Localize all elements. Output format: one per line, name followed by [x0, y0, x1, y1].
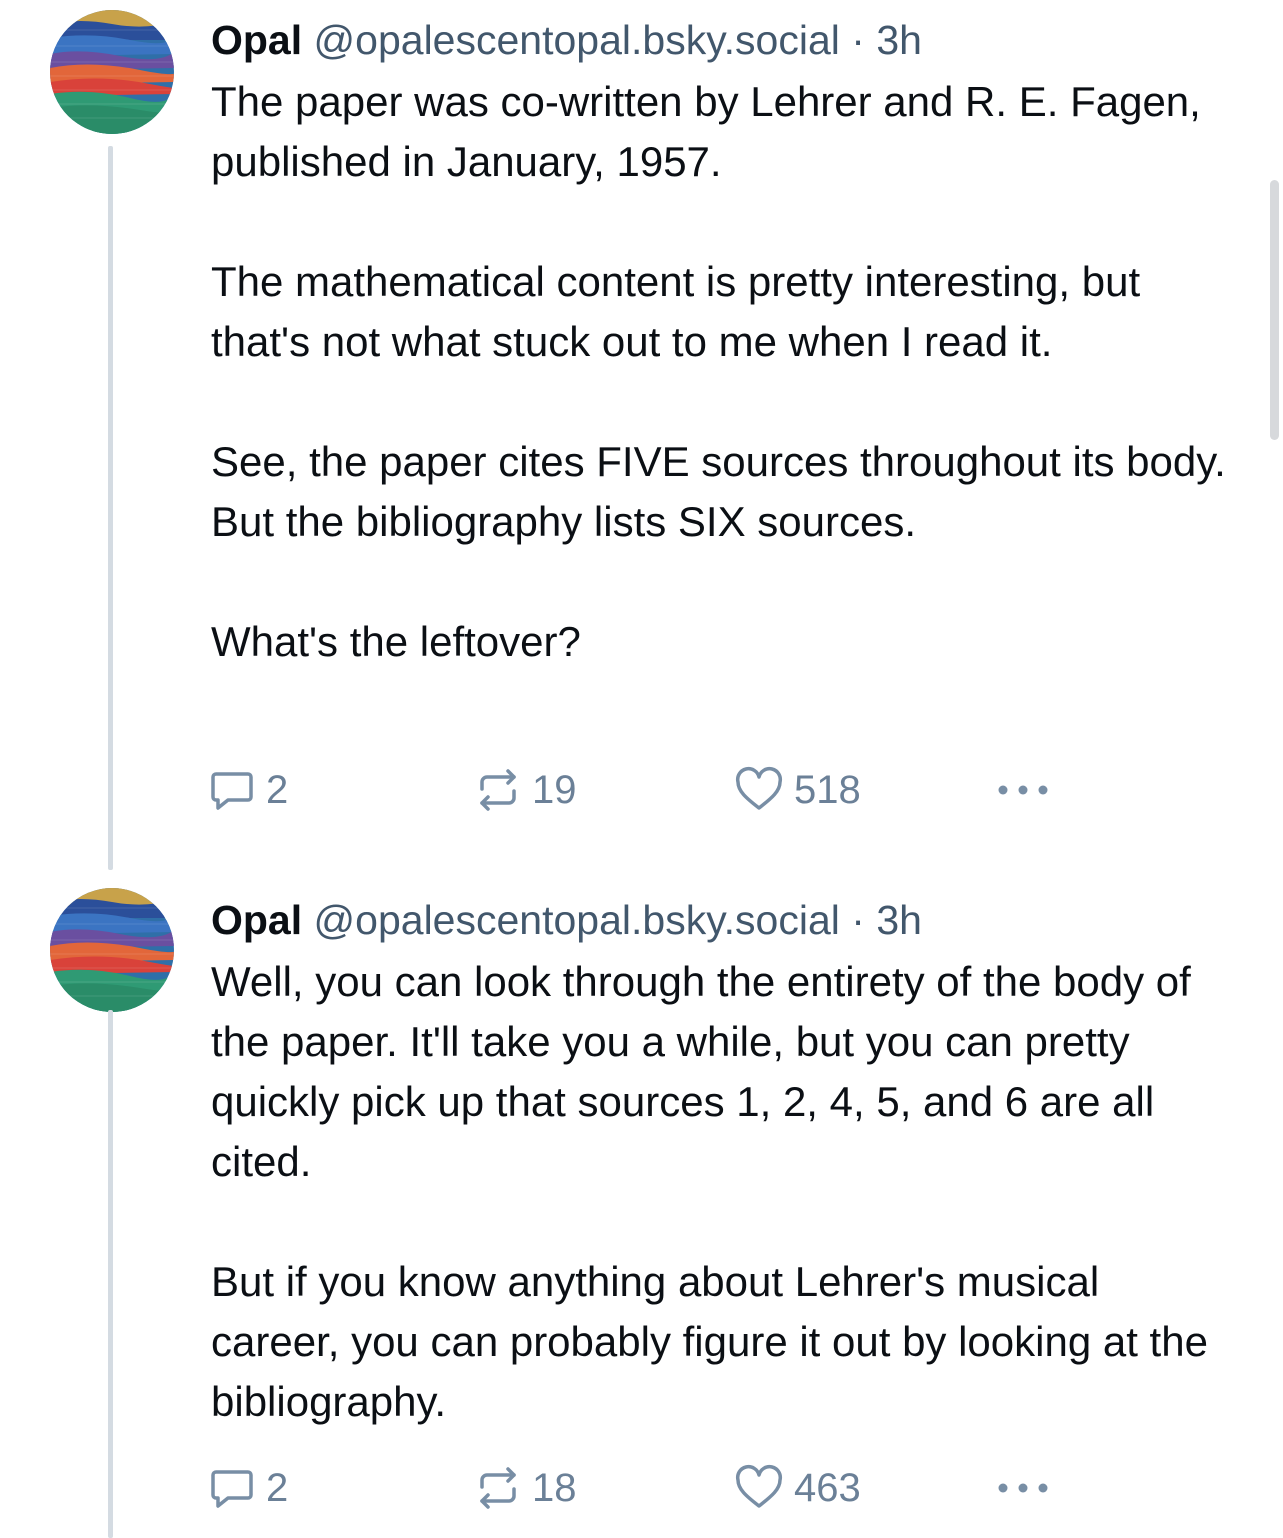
- ellipsis-horizontal-icon: [994, 780, 1052, 800]
- post-header: Opal @opalescentopal.bsky.social · 3h: [211, 14, 1228, 66]
- post-paragraph: The mathematical content is pretty inter…: [211, 258, 1141, 365]
- repost-count: 18: [532, 1465, 577, 1510]
- repost-button[interactable]: 18: [474, 1460, 577, 1516]
- scrollbar[interactable]: [1270, 180, 1279, 440]
- post-text: Well, you can look through the entirety …: [211, 952, 1228, 1432]
- post-paragraph: The paper was co-written by Lehrer and R…: [211, 78, 1201, 185]
- post-actions: 2 19 518: [208, 762, 1068, 818]
- repost-arrows-icon: [474, 766, 522, 814]
- time-separator: ·: [851, 17, 865, 63]
- ellipsis-horizontal-icon: [994, 1478, 1052, 1498]
- reply-button[interactable]: 2: [208, 1460, 288, 1516]
- post-actions: 2 18 463: [208, 1460, 1068, 1516]
- post-content: Opal @opalescentopal.bsky.social · 3h Th…: [211, 14, 1228, 672]
- post-text: The paper was co-written by Lehrer and R…: [211, 72, 1228, 672]
- speech-bubble-icon: [208, 766, 256, 814]
- like-count: 463: [794, 1465, 861, 1510]
- post-paragraph: But if you know anything about Lehrer's …: [211, 1258, 1208, 1425]
- post-paragraph: Well, you can look through the entirety …: [211, 958, 1191, 1185]
- heart-outline-icon: [734, 1464, 784, 1512]
- post-header: Opal @opalescentopal.bsky.social · 3h: [211, 894, 1228, 946]
- author-name[interactable]: Opal: [211, 17, 302, 63]
- avatar[interactable]: [50, 888, 174, 1012]
- post[interactable]: Opal @opalescentopal.bsky.social · 3h Th…: [0, 0, 1283, 880]
- speech-bubble-icon: [208, 1464, 256, 1512]
- reply-button[interactable]: 2: [208, 762, 288, 818]
- post-timestamp[interactable]: 3h: [876, 897, 922, 943]
- reply-count: 2: [266, 767, 289, 812]
- more-options-button[interactable]: [994, 1460, 1052, 1516]
- author-handle[interactable]: @opalescentopal.bsky.social: [314, 897, 840, 943]
- heart-outline-icon: [734, 766, 784, 814]
- like-button[interactable]: 518: [734, 762, 861, 818]
- post[interactable]: Opal @opalescentopal.bsky.social · 3h We…: [0, 880, 1283, 1538]
- time-separator: ·: [851, 897, 865, 943]
- reply-count: 2: [266, 1465, 289, 1510]
- repost-button[interactable]: 19: [474, 762, 577, 818]
- repost-count: 19: [532, 767, 577, 812]
- avatar[interactable]: [50, 10, 174, 134]
- repost-arrows-icon: [474, 1464, 522, 1512]
- post-paragraph: See, the paper cites FIVE sources throug…: [211, 438, 1226, 545]
- thread-line: [108, 146, 113, 870]
- like-button[interactable]: 463: [734, 1460, 861, 1516]
- post-timestamp[interactable]: 3h: [876, 17, 922, 63]
- author-name[interactable]: Opal: [211, 897, 302, 943]
- post-content: Opal @opalescentopal.bsky.social · 3h We…: [211, 894, 1228, 1432]
- author-handle[interactable]: @opalescentopal.bsky.social: [314, 17, 840, 63]
- post-paragraph: What's the leftover?: [211, 618, 581, 665]
- thread-feed: Opal @opalescentopal.bsky.social · 3h Th…: [0, 0, 1283, 1538]
- more-options-button[interactable]: [994, 762, 1052, 818]
- like-count: 518: [794, 767, 861, 812]
- thread-line: [108, 1010, 113, 1538]
